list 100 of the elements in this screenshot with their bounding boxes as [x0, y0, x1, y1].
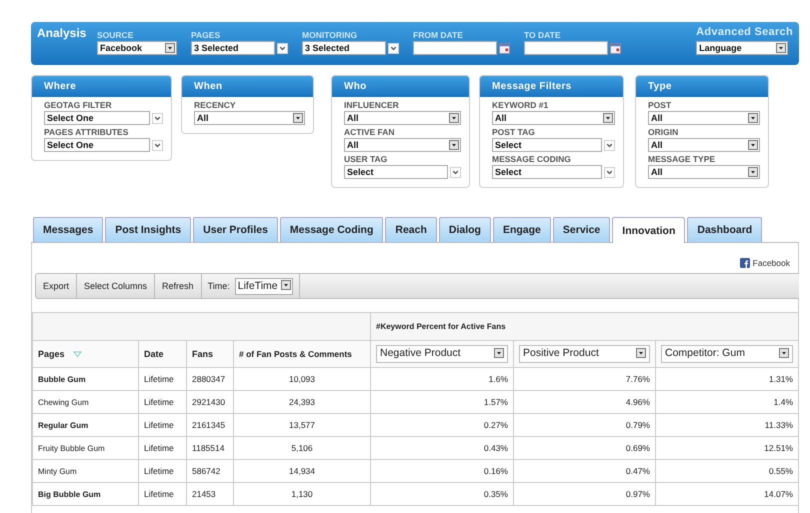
table-cell: 2921430 [186, 390, 234, 414]
dropdown-field[interactable]: Language [696, 41, 788, 55]
table-cell: 1.6% [370, 368, 514, 390]
table-cell: 13,577 [234, 414, 370, 436]
chevron-icon[interactable] [152, 140, 163, 150]
dropdown-field[interactable]: All [344, 138, 461, 152]
caret-icon[interactable] [603, 113, 613, 123]
dropdown-field[interactable]: All [492, 111, 615, 125]
table-cell: 0.35% [370, 482, 514, 506]
table-cell: 1185514 [186, 436, 234, 460]
facebook-icon [740, 258, 750, 268]
caret-icon[interactable] [280, 280, 291, 290]
chevron-icon[interactable] [388, 42, 399, 54]
chevron-icon[interactable] [604, 140, 615, 150]
panel-header: Message Filters [480, 76, 623, 97]
dropdown-field[interactable]: All [648, 138, 760, 152]
dropdown-field[interactable]: Select [344, 165, 448, 179]
table-cell: Fruity Bubble Gum [32, 436, 138, 460]
table-cell: 24,393 [234, 390, 370, 414]
date-field[interactable] [524, 41, 608, 55]
toolbar-button[interactable]: Refresh [155, 274, 202, 298]
column-dropdown[interactable]: Negative Product [376, 345, 508, 363]
bar-title: Analysis [37, 26, 88, 40]
tab[interactable]: Dialog [438, 217, 491, 242]
caret-icon[interactable] [165, 43, 175, 53]
tab[interactable]: Service [552, 217, 610, 242]
caret-icon[interactable] [748, 140, 758, 150]
dropdown-field[interactable]: Select [492, 138, 602, 152]
table-cell: 1.57% [370, 390, 514, 414]
toolbar-button[interactable]: Select Columns [77, 274, 156, 298]
caret-icon[interactable] [293, 113, 303, 123]
dropdown-field[interactable]: 3 Selected [191, 41, 275, 55]
caret-icon[interactable] [748, 167, 758, 177]
caret-icon[interactable] [776, 43, 786, 53]
table-cell: 0.97% [514, 482, 656, 506]
field-label: PAGES [191, 30, 222, 40]
table-cell: 0.55% [656, 460, 798, 482]
chevron-icon[interactable] [277, 42, 288, 54]
field-label: GEOTAG FILTER [44, 100, 113, 110]
caret-icon[interactable] [779, 348, 789, 358]
table-cell: 10,093 [234, 368, 370, 390]
column-header[interactable]: Fans [186, 340, 234, 368]
caret-icon[interactable] [449, 113, 459, 123]
dropdown-field[interactable]: All [648, 111, 760, 125]
advanced-search-label: Advanced Search [696, 26, 793, 38]
toolbar-button[interactable]: Export [36, 274, 78, 298]
caret-icon[interactable] [494, 348, 504, 358]
facebook-link[interactable]: Facebook [740, 258, 790, 268]
dropdown-field[interactable]: Facebook [97, 41, 177, 55]
panel-header: When [182, 76, 313, 97]
chevron-icon[interactable] [450, 166, 461, 178]
dropdown-field[interactable]: Select One [44, 138, 150, 152]
chevron-icon[interactable] [152, 112, 163, 124]
dropdown-field[interactable]: All [344, 111, 461, 125]
dropdown-field[interactable]: Select [492, 165, 602, 179]
field-label: TO DATE [524, 30, 562, 40]
column-dropdown[interactable]: Competitor: Gum [661, 345, 793, 363]
dropdown-field[interactable]: All [194, 111, 305, 125]
tab[interactable]: Engage [492, 217, 551, 242]
caret-icon[interactable] [636, 348, 646, 358]
column-header[interactable]: Pages [32, 340, 138, 368]
tab[interactable]: Post Insights [105, 217, 192, 242]
table-cell: 1,130 [234, 482, 370, 506]
tab[interactable]: Reach [385, 217, 437, 242]
table-cell: Big Bubble Gum [32, 482, 138, 506]
field-label: ACTIVE FAN [344, 127, 396, 137]
table-cell: 7.76% [514, 368, 656, 390]
field-label: KEYWORD #1 [492, 100, 550, 110]
calendar-icon[interactable] [499, 42, 510, 54]
table-cell: Lifetime [138, 368, 186, 390]
tab[interactable]: Innovation [612, 217, 686, 243]
table-cell: 1.31% [656, 368, 798, 390]
date-field[interactable] [413, 41, 497, 55]
dropdown-field[interactable]: All [648, 165, 760, 179]
tab[interactable]: Messages [33, 217, 104, 242]
tab[interactable]: Dashboard [687, 217, 762, 242]
caret-icon[interactable] [748, 113, 758, 123]
column-header[interactable]: Date [138, 340, 186, 368]
field-label: FROM DATE [413, 30, 464, 40]
tab[interactable]: Message Coding [280, 217, 384, 242]
column-header[interactable]: # of Fan Posts & Comments [234, 340, 370, 368]
calendar-icon[interactable] [610, 42, 621, 54]
table-cell: 5,106 [234, 436, 370, 460]
table-cell: 0.27% [370, 414, 514, 436]
table-cell: 2880347 [186, 368, 234, 390]
tab[interactable]: User Profiles [193, 217, 278, 242]
caret-icon[interactable] [449, 140, 459, 150]
field-label: MESSAGE CODING [492, 154, 572, 164]
time-dropdown[interactable]: LifeTime [234, 278, 293, 294]
dropdown-field[interactable]: Select One [44, 111, 150, 125]
table-cell: Lifetime [138, 482, 186, 506]
time-label: Time: [208, 281, 230, 291]
field-label: RECENCY [194, 100, 237, 110]
column-dropdown[interactable]: Positive Product [519, 345, 650, 363]
chevron-icon[interactable] [604, 166, 615, 178]
table-cell: 12.51% [656, 436, 798, 460]
dropdown-field[interactable]: 3 Selected [302, 41, 386, 55]
table-cell: 14.07% [656, 482, 798, 506]
panel-header: Type [636, 76, 768, 97]
field-label: POST [648, 100, 672, 110]
